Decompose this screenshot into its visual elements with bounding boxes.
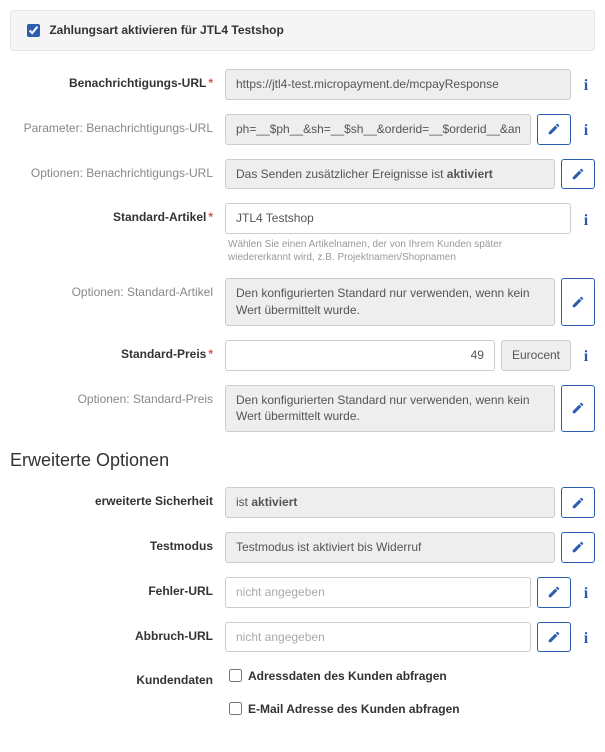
label-security: erweiterte Sicherheit [10,487,225,508]
activate-checkbox[interactable] [27,24,40,37]
row-notify-params: Parameter: Benachrichtigungs-URL i [10,114,595,145]
row-std-article-options: Optionen: Standard-Artikel Den konfiguri… [10,278,595,326]
row-customer: Kundendaten Adressdaten des Kunden abfra… [10,666,595,728]
edit-button[interactable] [561,385,595,433]
label-std-article-options: Optionen: Standard-Artikel [10,278,225,299]
pill-std-price-options: Den konfigurierten Standard nur verwende… [225,385,555,433]
label-notify-url: Benachrichtigungs-URL* [10,69,225,90]
pill-testmode: Testmodus ist aktiviert bis Widerruf [225,532,555,563]
pencil-icon [547,630,561,644]
input-notify-params [225,114,531,145]
row-std-price: Standard-Preis* Eurocent i [10,340,595,371]
info-icon[interactable]: i [577,577,595,608]
checkbox-email-text: E-Mail Adresse des Kunden abfragen [248,702,460,716]
unit-addon: Eurocent [501,340,571,371]
label-error-url: Fehler-URL [10,577,225,598]
input-abort-url[interactable] [225,622,531,653]
pill-notify-options: Das Senden zusätzlicher Ereignisse ist a… [225,159,555,190]
input-error-url[interactable] [225,577,531,608]
row-notify-url: Benachrichtigungs-URL* i [10,69,595,100]
label-notify-params: Parameter: Benachrichtigungs-URL [10,114,225,135]
edit-button[interactable] [561,278,595,326]
row-error-url: Fehler-URL i [10,577,595,608]
pencil-icon [571,167,585,181]
info-icon[interactable]: i [577,622,595,653]
checkbox-address-text: Adressdaten des Kunden abfragen [248,669,447,683]
label-customer: Kundendaten [10,666,225,687]
label-std-price-options: Optionen: Standard-Preis [10,385,225,406]
label-std-price: Standard-Preis* [10,340,225,361]
row-abort-url: Abbruch-URL i [10,622,595,653]
row-std-price-options: Optionen: Standard-Preis Den konfigurier… [10,385,595,433]
checkbox-address-label[interactable]: Adressdaten des Kunden abfragen [225,666,595,685]
input-notify-url[interactable] [225,69,571,100]
label-abort-url: Abbruch-URL [10,622,225,643]
input-std-article[interactable] [225,203,571,234]
row-testmode: Testmodus Testmodus ist aktiviert bis Wi… [10,532,595,563]
activate-panel: Zahlungsart aktivieren für JTL4 Testshop [10,10,595,51]
pencil-icon [571,496,585,510]
info-icon[interactable]: i [577,340,595,371]
pill-std-article-options: Den konfigurierten Standard nur verwende… [225,278,555,326]
activate-checkbox-label[interactable]: Zahlungsart aktivieren für JTL4 Testshop [23,23,284,37]
edit-button[interactable] [537,577,571,608]
row-std-article: Standard-Artikel* i [10,203,595,234]
checkbox-address[interactable] [229,669,242,682]
input-std-price[interactable] [225,340,495,371]
helper-std-article: Wählen Sie einen Artikelnamen, der von I… [225,238,545,264]
edit-button[interactable] [537,622,571,653]
activate-label-text: Zahlungsart aktivieren für JTL4 Testshop [49,23,284,37]
pencil-icon [547,585,561,599]
pencil-icon [547,122,561,136]
info-icon[interactable]: i [577,114,595,145]
checkbox-email-label[interactable]: E-Mail Adresse des Kunden abfragen [225,699,595,718]
row-security: erweiterte Sicherheit ist aktiviert [10,487,595,518]
label-notify-options: Optionen: Benachrichtigungs-URL [10,159,225,180]
pencil-icon [571,401,585,415]
edit-button[interactable] [537,114,571,145]
edit-button[interactable] [561,532,595,563]
info-icon[interactable]: i [577,203,595,234]
pencil-icon [571,540,585,554]
info-icon[interactable]: i [577,69,595,100]
row-notify-options: Optionen: Benachrichtigungs-URL Das Send… [10,159,595,190]
label-testmode: Testmodus [10,532,225,553]
checkbox-email[interactable] [229,702,242,715]
label-std-article: Standard-Artikel* [10,203,225,224]
edit-button[interactable] [561,487,595,518]
pencil-icon [571,295,585,309]
edit-button[interactable] [561,159,595,190]
pill-security: ist aktiviert [225,487,555,518]
heading-advanced: Erweiterte Optionen [10,450,595,471]
